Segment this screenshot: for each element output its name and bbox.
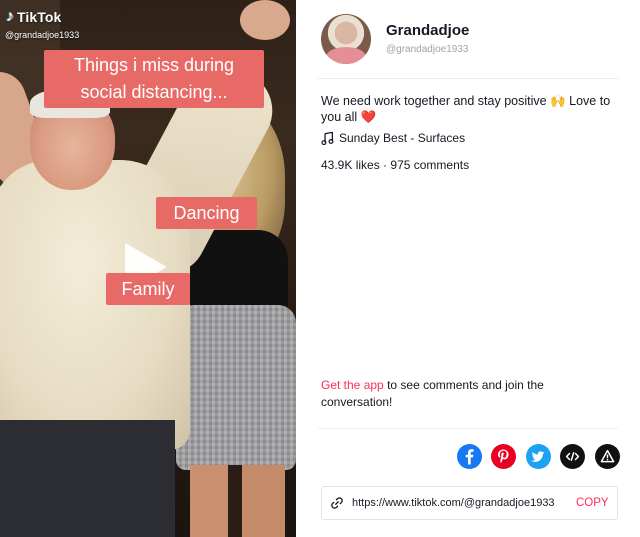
music-link[interactable]: Sunday Best - Surfaces [321,131,465,145]
embed-icon[interactable] [560,444,585,469]
pinterest-icon[interactable] [491,444,516,469]
watermark-handle: @grandadjoe1933 [5,30,80,40]
caption-dancing: Dancing [156,197,257,229]
heart-emoji: ❤️ [360,110,377,124]
post-stats: 43.9K likes · 975 comments [321,158,469,172]
caption-title: Things i miss during social distancing..… [44,50,264,108]
link-icon [322,496,352,510]
copy-button[interactable]: COPY [576,497,609,509]
video-scene-hand [240,0,290,40]
facebook-icon[interactable] [457,444,482,469]
post-details-panel: Grandadjoe @grandadjoe1933 We need work … [296,0,640,537]
likes-count: 43.9K likes [321,158,380,172]
caption-family: Family [106,273,190,305]
music-note-icon [321,131,334,145]
video-player[interactable]: ♪ TikTok @grandadjoe1933 Things i miss d… [0,0,296,537]
twitter-icon[interactable] [526,444,551,469]
share-link-box: https://www.tiktok.com/@grandadjoe1933 C… [321,486,618,520]
report-icon[interactable] [595,444,620,469]
video-scene-legs [190,465,285,537]
profile-username[interactable]: @grandadjoe1933 [386,44,468,55]
share-url[interactable]: https://www.tiktok.com/@grandadjoe1933 [352,497,562,509]
raised-hands-emoji: 🙌 [550,94,566,108]
tiktok-watermark: ♪ TikTok [6,8,61,26]
avatar[interactable] [321,14,371,64]
divider [318,78,618,79]
get-app-prompt: Get the app to see comments and join the… [321,377,611,411]
description-text: We need work together and stay positive [321,94,547,108]
get-app-link[interactable]: Get the app [321,378,384,392]
post-description: We need work together and stay positive … [321,93,626,125]
tiktok-logo-icon: ♪ [6,8,14,25]
stats-separator: · [383,158,388,172]
video-scene-trousers [0,420,175,537]
music-title: Sunday Best - Surfaces [339,131,466,145]
tiktok-watermark-name: TikTok [17,9,62,25]
divider [318,428,618,429]
video-scene-skirt [176,305,296,470]
profile-display-name[interactable]: Grandadjoe [386,22,469,39]
avatar-shirt [326,47,366,64]
comments-count: 975 comments [390,158,470,172]
